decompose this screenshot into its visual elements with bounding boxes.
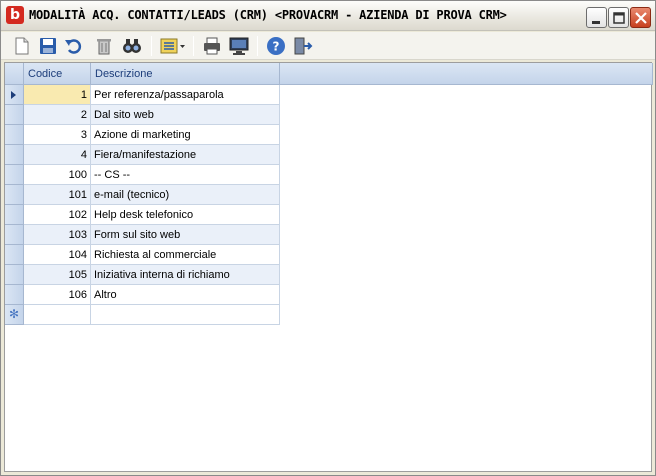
table-row[interactable]: 100 -- CS -- — [5, 165, 280, 185]
table-row[interactable]: 102 Help desk telefonico — [5, 205, 280, 225]
table-row[interactable]: 104 Richiesta al commerciale — [5, 245, 280, 265]
table-row[interactable]: 105 Iniziativa interna di richiamo — [5, 265, 280, 285]
cell-descrizione[interactable]: Form sul sito web — [91, 225, 280, 245]
cell-codice[interactable]: 2 — [24, 105, 91, 125]
table-row[interactable]: 103 Form sul sito web — [5, 225, 280, 245]
exit-icon[interactable] — [291, 35, 313, 57]
undo-icon[interactable] — [63, 35, 85, 57]
cell-codice[interactable]: 105 — [24, 265, 91, 285]
delete-icon[interactable] — [93, 35, 115, 57]
maximize-button[interactable] — [608, 7, 629, 28]
cell-descrizione[interactable]: Azione di marketing — [91, 125, 280, 145]
cell-descrizione[interactable]: -- CS -- — [91, 165, 280, 185]
toolbar-separator — [151, 36, 152, 56]
column-header-codice[interactable]: Codice — [24, 63, 91, 85]
cell-descrizione[interactable]: Richiesta al commerciale — [91, 245, 280, 265]
minimize-button[interactable] — [586, 7, 607, 28]
table-row[interactable]: 2 Dal sito web — [5, 105, 280, 125]
cell-codice[interactable]: 103 — [24, 225, 91, 245]
svg-text:?: ? — [273, 40, 280, 54]
cell-codice[interactable]: 4 — [24, 145, 91, 165]
table-row[interactable]: 4 Fiera/manifestazione — [5, 145, 280, 165]
app-icon[interactable]: b — [6, 6, 24, 24]
print-icon[interactable] — [201, 35, 223, 57]
save-icon[interactable] — [37, 35, 59, 57]
row-selector[interactable] — [5, 285, 24, 305]
row-selector[interactable] — [5, 225, 24, 245]
row-selector[interactable] — [5, 145, 24, 165]
column-header-descrizione[interactable]: Descrizione — [91, 63, 280, 85]
toolbar: ? — [1, 32, 655, 60]
main-window: b MODALITÀ ACQ. CONTATTI/LEADS (CRM) <PR… — [0, 0, 656, 476]
cell-descrizione[interactable]: Altro — [91, 285, 280, 305]
data-grid[interactable]: Codice Descrizione 1 Per referenza/passa… — [4, 62, 653, 472]
current-row-arrow-icon — [11, 91, 16, 99]
cell-descrizione[interactable]: Per referenza/passaparola — [91, 85, 280, 105]
cell-codice[interactable]: 100 — [24, 165, 91, 185]
cell-descrizione[interactable]: Help desk telefonico — [91, 205, 280, 225]
table-row[interactable]: 106 Altro — [5, 285, 280, 305]
cell-descrizione[interactable]: e-mail (tecnico) — [91, 185, 280, 205]
cell-descrizione[interactable]: Iniziativa interna di richiamo — [91, 265, 280, 285]
find-icon[interactable] — [121, 35, 143, 57]
cell-descrizione[interactable] — [91, 305, 280, 325]
row-selector[interactable] — [5, 245, 24, 265]
row-selector[interactable]: ✻ — [5, 305, 24, 325]
toolbar-separator — [257, 36, 258, 56]
new-icon[interactable] — [11, 35, 33, 57]
table-row[interactable]: 101 e-mail (tecnico) — [5, 185, 280, 205]
cell-codice[interactable] — [24, 305, 91, 325]
row-selector[interactable] — [5, 265, 24, 285]
cell-codice[interactable]: 106 — [24, 285, 91, 305]
row-selector[interactable] — [5, 205, 24, 225]
row-selector[interactable] — [5, 85, 24, 105]
preview-icon[interactable] — [228, 35, 250, 57]
row-selector-header[interactable] — [5, 63, 24, 85]
row-selector[interactable] — [5, 185, 24, 205]
cell-codice[interactable]: 101 — [24, 185, 91, 205]
column-header-empty — [280, 63, 653, 85]
table-row[interactable]: 3 Azione di marketing — [5, 125, 280, 145]
row-selector[interactable] — [5, 125, 24, 145]
cell-codice[interactable]: 3 — [24, 125, 91, 145]
cell-descrizione[interactable]: Dal sito web — [91, 105, 280, 125]
row-selector[interactable] — [5, 105, 24, 125]
row-selector[interactable] — [5, 165, 24, 185]
title-bar[interactable]: b MODALITÀ ACQ. CONTATTI/LEADS (CRM) <PR… — [1, 1, 655, 31]
help-icon[interactable]: ? — [265, 35, 287, 57]
table-row[interactable]: 1 Per referenza/passaparola — [5, 85, 280, 105]
cell-codice[interactable]: 104 — [24, 245, 91, 265]
view-options-icon[interactable] — [159, 35, 187, 57]
close-button[interactable] — [630, 7, 651, 28]
window-title: MODALITÀ ACQ. CONTATTI/LEADS (CRM) <PROV… — [29, 8, 507, 22]
cell-descrizione[interactable]: Fiera/manifestazione — [91, 145, 280, 165]
toolbar-separator — [193, 36, 194, 56]
cell-codice[interactable]: 102 — [24, 205, 91, 225]
new-row-icon: ✻ — [9, 307, 20, 321]
cell-codice[interactable]: 1 — [24, 85, 91, 105]
new-row[interactable]: ✻ — [5, 305, 280, 325]
